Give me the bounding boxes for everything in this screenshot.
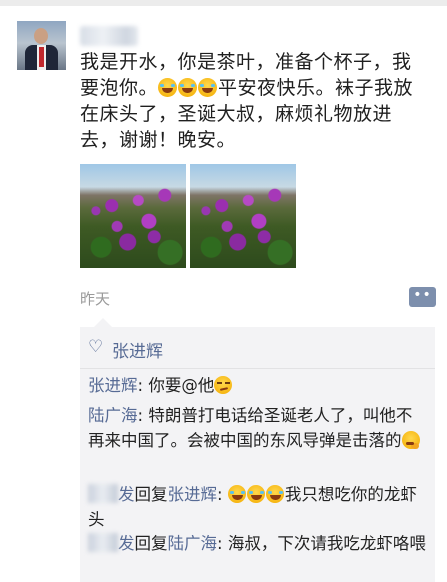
comment-author[interactable]: 陆广海 [88,406,138,425]
laugh-cry-emoji [158,78,178,97]
reply-word: 回复 [134,485,168,504]
comment-like-menu-button[interactable]: •• [409,287,436,307]
top-edge [0,0,447,6]
comment-separator: : [217,485,228,504]
like-user-name[interactable]: 张进辉 [112,337,163,362]
comment-separator: : [137,406,149,425]
comment-author[interactable]: 张进辉 [88,376,138,395]
post-text: 我是开水，你是茶叶，准备个杯子，我要泡你。 平安夜快乐。袜子我放在床头了，圣诞大叔… [80,49,425,153]
post-photo-1[interactable] [80,164,186,268]
comment-author-visible: 发 [118,485,135,504]
reply-to-name[interactable]: 陆广海 [168,534,218,553]
comment-author-visible: 发 [118,534,135,553]
blurred-name: __ [88,484,118,503]
comment-item[interactable]: 陆广海: 特朗普打电话给圣诞老人了，叫他不再来中国了。会被中国的东风导弹是击落的 [88,403,428,453]
avatar-head [34,28,48,44]
laugh-cry-emoji [227,485,246,503]
comment-author[interactable]: __发 [88,533,135,553]
post-time: 昨天 [80,290,111,308]
reply-word: 回复 [134,534,168,553]
reply-to-name[interactable]: 张进辉 [168,485,218,504]
post-photo-2[interactable] [190,164,296,268]
avatar-tie [39,47,44,67]
comment-separator: : [137,376,149,395]
smirk-emoji [214,376,233,394]
thinking-emoji [401,431,420,449]
comment-item[interactable]: __发回复陆广海: 海叔，下次请我吃龙虾咯喂 [88,531,428,556]
comment-item[interactable]: __发回复张进辉: 我只想吃你的龙虾头 [88,482,428,532]
comment-text: 海叔，下次请我吃龙虾咯喂 [227,534,426,553]
laugh-cry-emoji [265,485,284,503]
laugh-cry-emoji [178,78,198,97]
laugh-cry-emoji [198,78,218,97]
heart-outline-icon: ♡ [88,337,104,357]
comment-text: 你要@他 [148,376,215,395]
comment-item[interactable]: 张进辉: 你要@他 [88,373,428,398]
comments-panel: ♡ 张进辉 张进辉: 你要@他 陆广海: 特朗普打电话给圣诞老人了，叫他不再来中… [80,318,435,582]
laugh-cry-emoji [246,485,265,503]
comment-author[interactable]: __发 [88,484,135,504]
avatar[interactable] [17,21,66,70]
blurred-name: __ [88,533,118,552]
likes-row: ♡ 张进辉 [80,327,435,369]
post-author-name-blurred[interactable] [80,26,138,46]
comment-separator: : [217,534,228,553]
